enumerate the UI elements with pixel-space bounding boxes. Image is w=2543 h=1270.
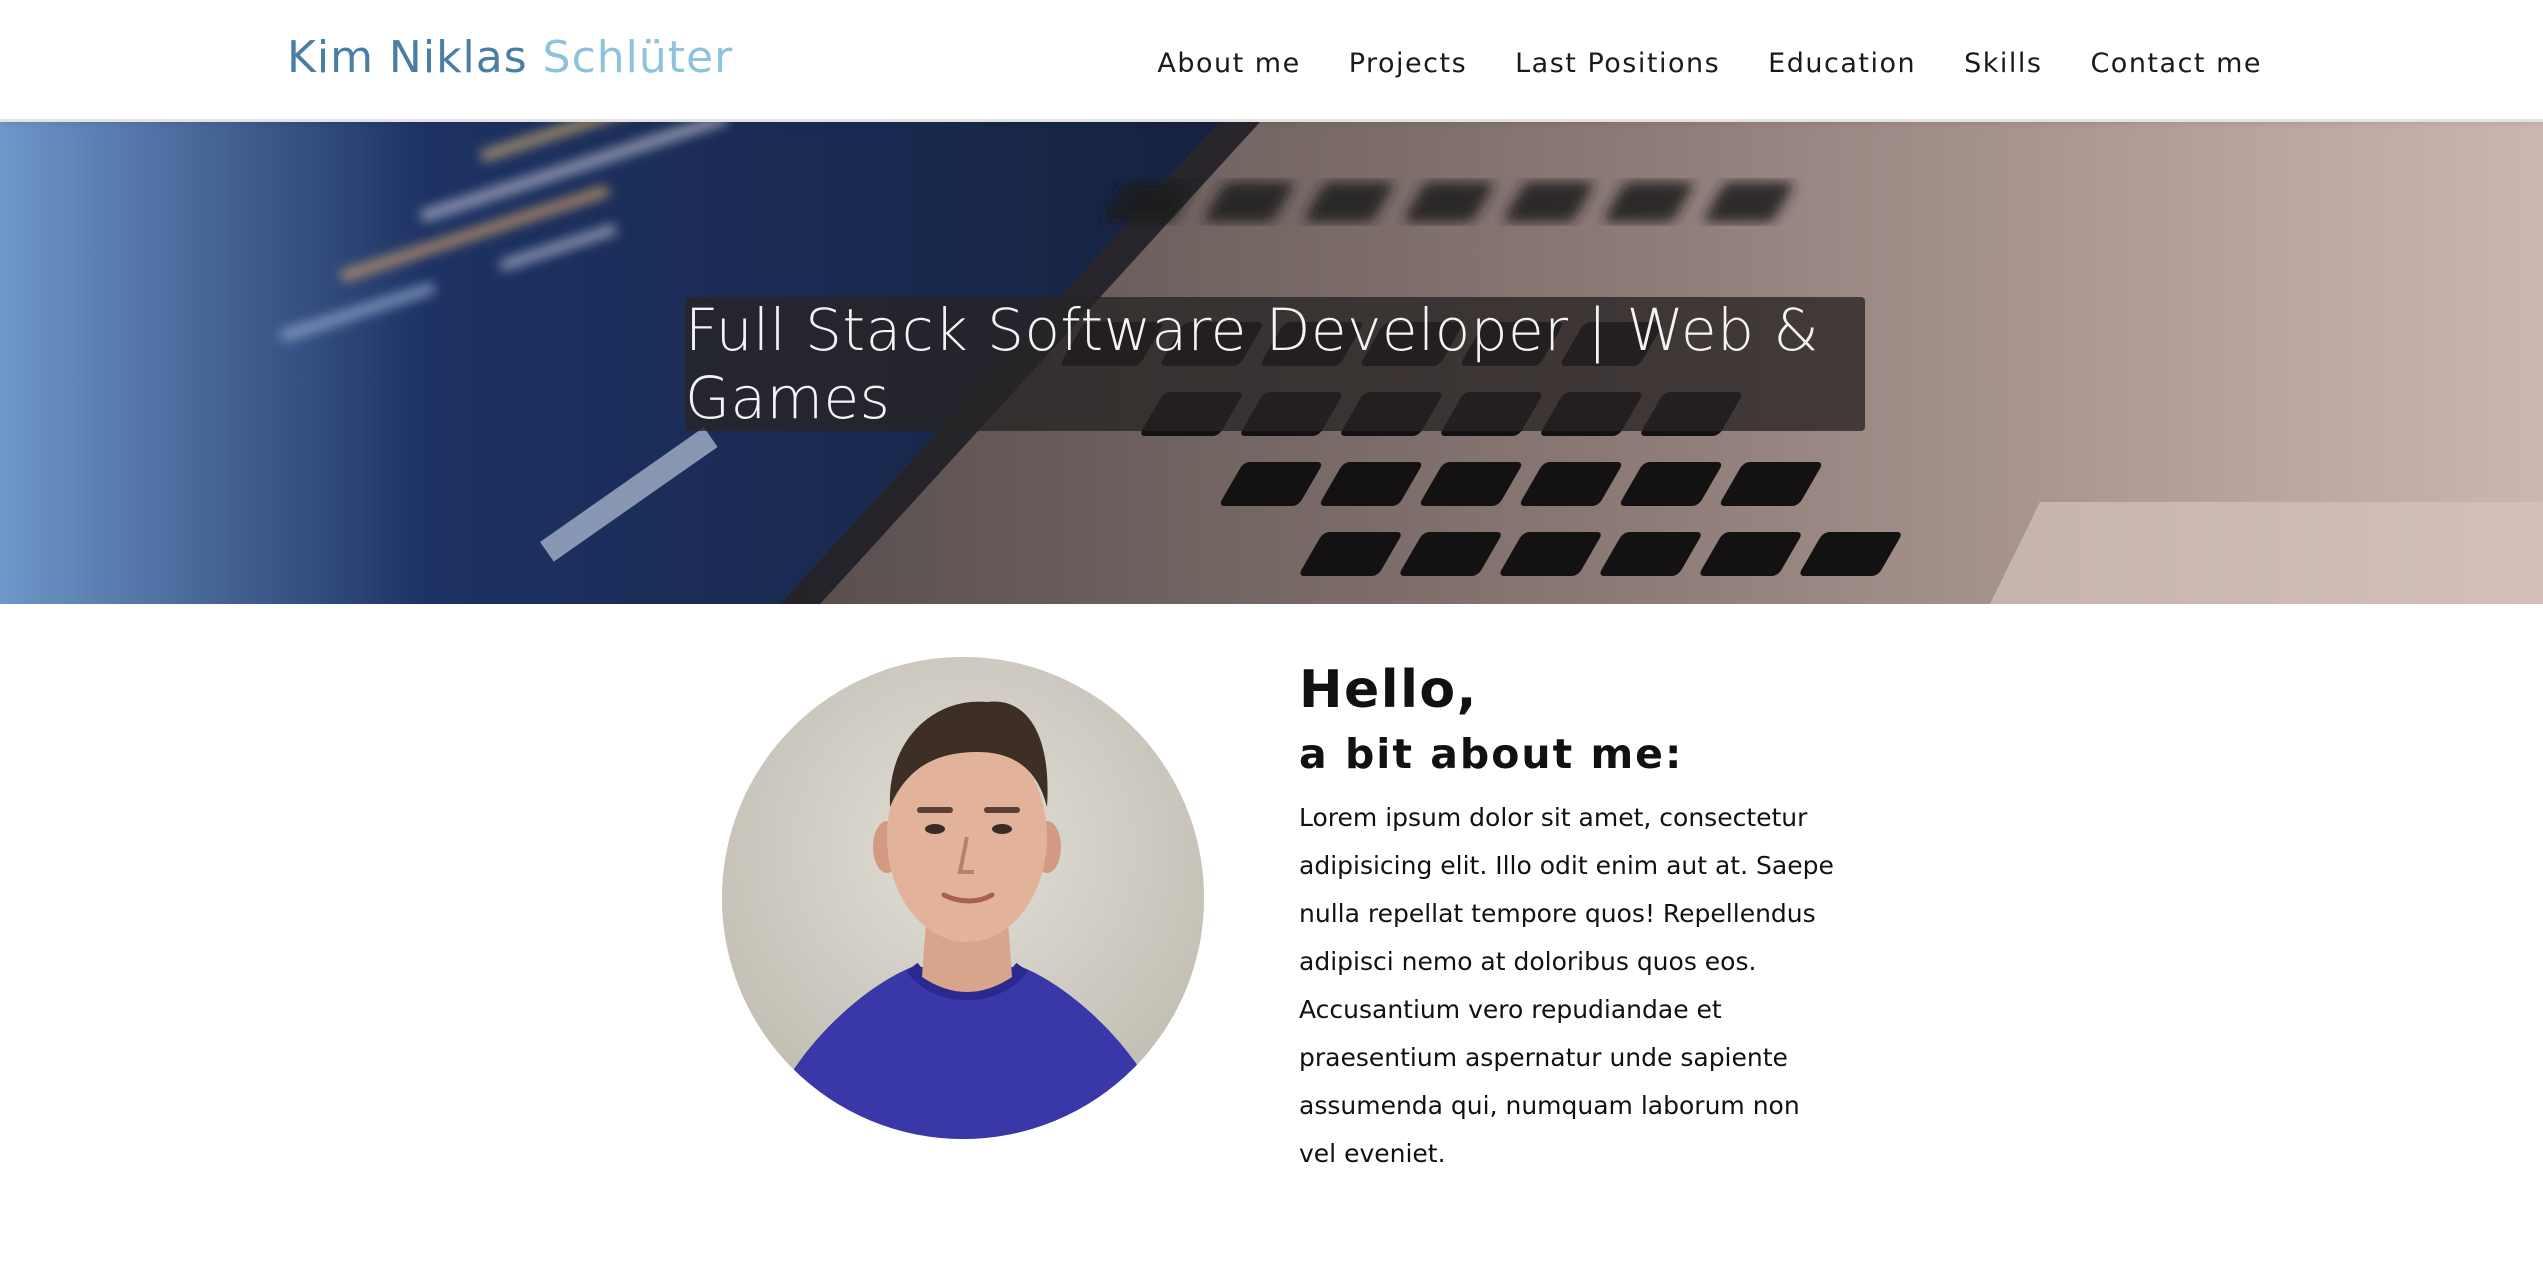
site-header: Kim Niklas Schlüter About me Projects La… bbox=[0, 0, 2543, 122]
logo-last-name: Schlüter bbox=[542, 32, 734, 83]
logo-first-name: Kim Niklas bbox=[287, 32, 528, 83]
profile-portrait-illustration bbox=[722, 657, 1204, 1139]
nav-education[interactable]: Education bbox=[1768, 48, 1916, 79]
site-logo[interactable]: Kim Niklas Schlüter bbox=[287, 32, 733, 83]
about-bio-text: Lorem ipsum dolor sit amet, consectetur … bbox=[1299, 803, 1834, 1168]
nav-contact-me[interactable]: Contact me bbox=[2090, 48, 2262, 79]
about-subheading: a bit about me: bbox=[1299, 730, 1684, 778]
hero-title-box: Full Stack Software Developer | Web & Ga… bbox=[685, 296, 1865, 432]
nav-last-positions[interactable]: Last Positions bbox=[1515, 48, 1720, 79]
nav-projects[interactable]: Projects bbox=[1349, 48, 1467, 79]
nav-skills[interactable]: Skills bbox=[1964, 48, 2042, 79]
about-section: Hello, a bit about me: Lorem ipsum dolor… bbox=[1299, 660, 1839, 1178]
hero-banner: Full Stack Software Developer | Web & Ga… bbox=[0, 122, 2543, 604]
profile-photo bbox=[722, 657, 1204, 1139]
nav-about-me[interactable]: About me bbox=[1157, 48, 1300, 79]
hero-title: Full Stack Software Developer | Web & Ga… bbox=[685, 296, 1820, 432]
about-greeting: Hello, bbox=[1299, 660, 1478, 720]
main-nav: About me Projects Last Positions Educati… bbox=[1157, 48, 2262, 79]
